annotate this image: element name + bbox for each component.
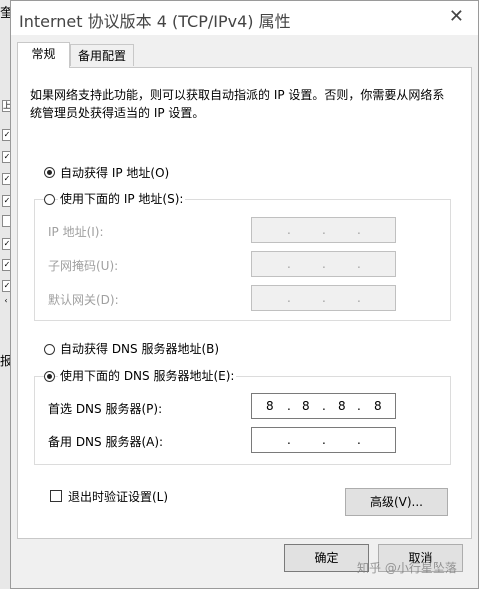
ip-dot-separator: . xyxy=(287,257,291,271)
preferred-dns-field[interactable]: 8 . 8 . 8 . 8 xyxy=(251,393,396,419)
ip-dot-separator: . xyxy=(287,399,291,413)
ip-dot-separator: . xyxy=(287,433,291,447)
auto-ip-radio[interactable] xyxy=(44,167,55,178)
manual-ip-radio[interactable] xyxy=(44,194,55,205)
ip-dot-separator: . xyxy=(322,291,326,305)
ip-dot-separator: . xyxy=(357,399,361,413)
close-icon[interactable]: ✕ xyxy=(449,6,464,27)
manual-ip-label[interactable]: 使用下面的 IP 地址(S): xyxy=(58,190,186,207)
ip-dot-separator: . xyxy=(357,433,361,447)
background-scroll-arrow: ‹ xyxy=(4,296,8,305)
auto-dns-radio[interactable] xyxy=(44,344,55,355)
ip-octet: 8 xyxy=(266,399,274,413)
title-bar: Internet 协议版本 4 (TCP/IPv4) 属性 ✕ xyxy=(11,1,478,35)
validate-on-exit-checkbox[interactable] xyxy=(50,490,62,502)
auto-ip-label[interactable]: 自动获得 IP 地址(O) xyxy=(60,164,169,181)
manual-dns-label[interactable]: 使用下面的 DNS 服务器地址(E): xyxy=(58,367,237,384)
general-tab-panel: 如果网络支持此功能，则可以获取自动指派的 IP 设置。否则，你需要从网络系统管理… xyxy=(17,67,472,539)
ip-dot-separator: . xyxy=(287,223,291,237)
ip-dot-separator: . xyxy=(357,223,361,237)
subnet-mask-label: 子网掩码(U): xyxy=(48,259,119,273)
manual-dns-radio[interactable] xyxy=(44,371,55,382)
ip-octet: 8 xyxy=(338,399,346,413)
watermark: 知乎 @小行星坠落 xyxy=(357,561,457,575)
tab-general[interactable]: 常规 xyxy=(17,42,70,68)
ip-dot-separator: . xyxy=(287,291,291,305)
ip-dot-separator: . xyxy=(357,291,361,305)
default-gateway-field[interactable]: . . . xyxy=(251,285,396,311)
preferred-dns-label: 首选 DNS 服务器(P): xyxy=(48,402,163,416)
auto-dns-label[interactable]: 自动获得 DNS 服务器地址(B) xyxy=(60,340,219,357)
advanced-button[interactable]: 高级(V)... xyxy=(345,488,448,516)
ip-octet: 8 xyxy=(374,399,382,413)
ip-dot-separator: . xyxy=(322,257,326,271)
default-gateway-label: 默认网关(D): xyxy=(48,293,119,307)
tcpip-properties-dialog: Internet 协议版本 4 (TCP/IPv4) 属性 ✕ 常规 备用配置 … xyxy=(10,0,479,589)
ip-address-label: IP 地址(I): xyxy=(48,225,104,239)
alternate-dns-field[interactable]: . . . xyxy=(251,427,396,453)
ip-octet: 8 xyxy=(302,399,310,413)
ip-dot-separator: . xyxy=(322,223,326,237)
dialog-title: Internet 协议版本 4 (TCP/IPv4) 属性 xyxy=(19,12,291,31)
validate-on-exit-label[interactable]: 退出时验证设置(L) xyxy=(68,488,168,505)
subnet-mask-field[interactable]: . . . xyxy=(251,251,396,277)
alternate-dns-label: 备用 DNS 服务器(A): xyxy=(48,435,164,449)
ip-address-field[interactable]: . . . xyxy=(251,217,396,243)
tab-alternate-config[interactable]: 备用配置 xyxy=(70,44,134,66)
ip-dot-separator: . xyxy=(322,433,326,447)
description-text: 如果网络支持此功能，则可以获取自动指派的 IP 设置。否则，你需要从网络系统管理… xyxy=(30,88,445,120)
ip-dot-separator: . xyxy=(322,399,326,413)
ip-dot-separator: . xyxy=(357,257,361,271)
